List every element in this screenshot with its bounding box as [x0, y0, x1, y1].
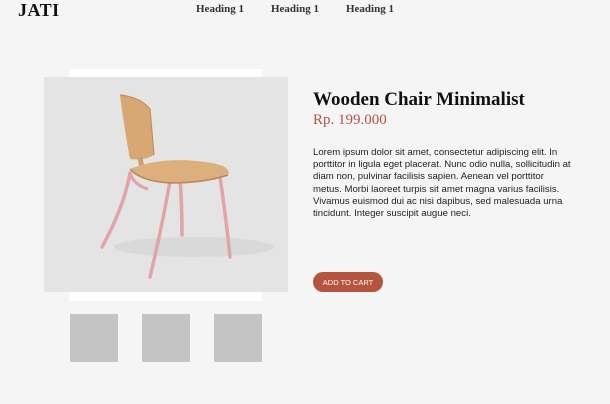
thumbnail-3[interactable]: [214, 314, 262, 362]
main-nav: Heading 1 Heading 1 Heading 1: [196, 3, 421, 15]
nav-link-heading-3[interactable]: Heading 1: [346, 3, 394, 15]
nav-link-heading-2[interactable]: Heading 1: [271, 3, 319, 15]
add-to-cart-button[interactable]: ADD TO CART: [313, 272, 383, 292]
wooden-chair-icon: [100, 94, 274, 279]
nav-link-heading-1[interactable]: Heading 1: [196, 3, 244, 15]
product-title: Wooden Chair Minimalist: [313, 89, 525, 110]
thumbnail-1[interactable]: [70, 314, 118, 362]
site-logo[interactable]: JATI: [18, 0, 60, 21]
product-description: Lorem ipsum dolor sit amet, consectetur …: [313, 147, 571, 220]
thumbnail-2[interactable]: [142, 314, 190, 362]
product-main-image: [44, 77, 288, 292]
product-price: Rp. 199.000: [313, 112, 387, 128]
